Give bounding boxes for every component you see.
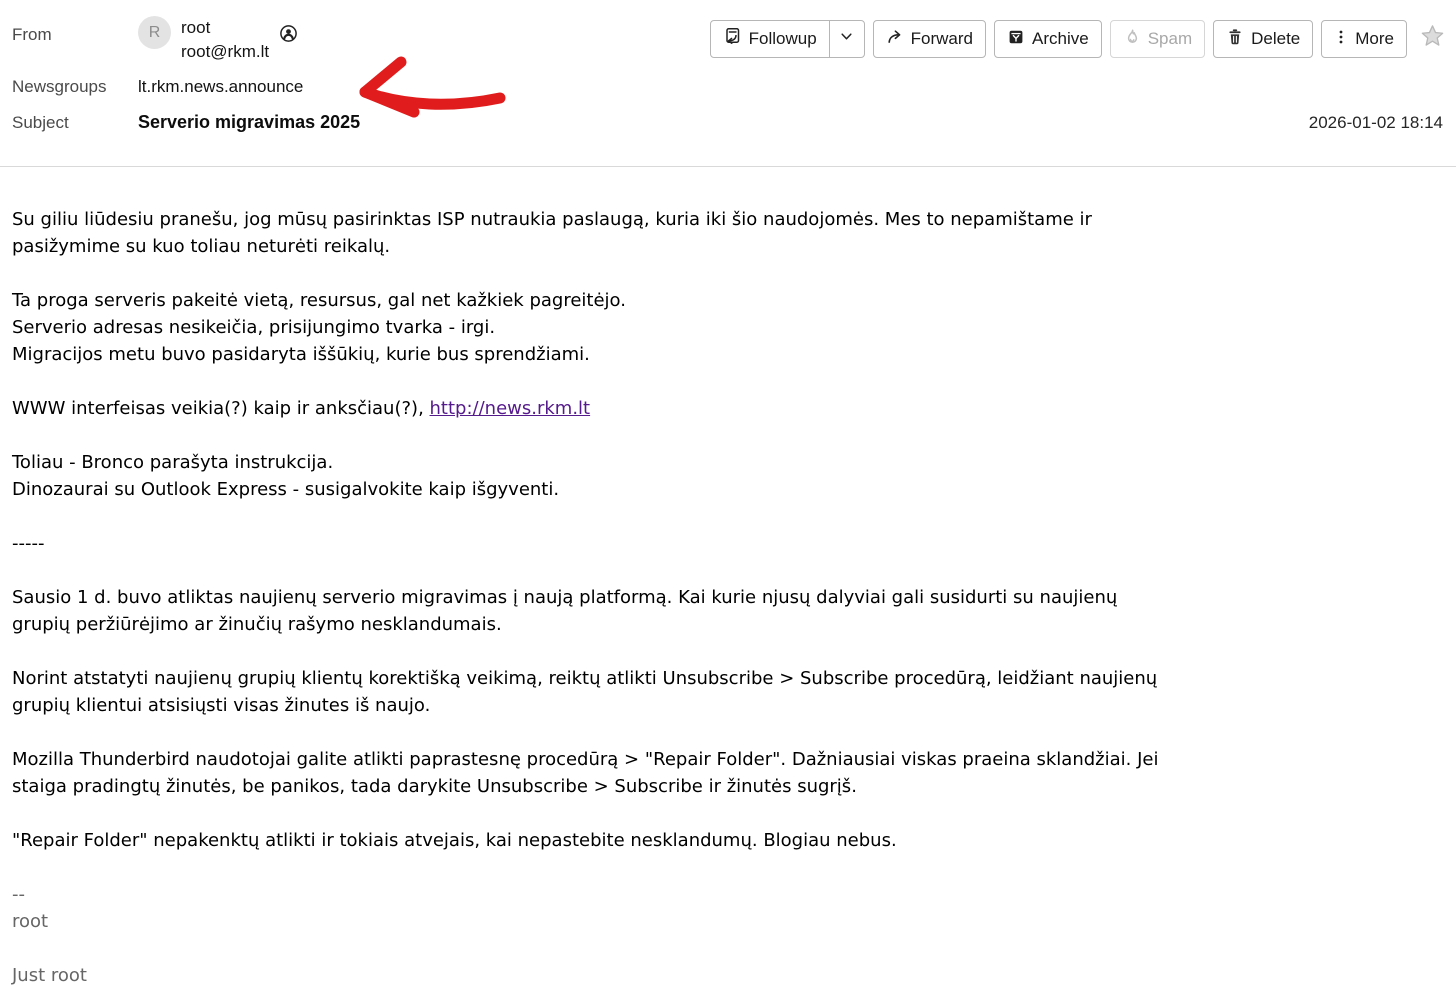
body-separator-dashes: ----- xyxy=(12,530,1443,557)
forward-label: Forward xyxy=(911,29,973,49)
avatar: R xyxy=(138,16,171,49)
archive-button[interactable]: Archive xyxy=(994,20,1102,58)
add-contact-icon[interactable] xyxy=(279,24,298,48)
message-date: 2026-01-02 18:14 xyxy=(1309,113,1443,133)
body-paragraph: Norint atstatyti naujienų grupių klientų… xyxy=(12,665,1443,719)
delete-button[interactable]: Delete xyxy=(1213,20,1313,58)
body-paragraph-with-link: WWW interfeisas veikia(?) kaip ir anksči… xyxy=(12,395,1443,422)
archive-box-icon xyxy=(1007,28,1025,51)
link-prefix-text: WWW interfeisas veikia(?) kaip ir anksči… xyxy=(12,398,430,419)
followup-post-reply-icon xyxy=(723,27,742,51)
body-paragraph: Mozilla Thunderbird naudotojai galite at… xyxy=(12,746,1443,800)
message-toolbar: Followup Forward xyxy=(710,20,1446,58)
chevron-down-icon xyxy=(839,29,854,49)
body-paragraph: Sausio 1 d. buvo atliktas naujienų serve… xyxy=(12,584,1443,638)
trash-icon xyxy=(1226,28,1244,51)
more-label: More xyxy=(1355,29,1394,49)
body-paragraph: Ta proga serveris pakeitė vietą, resursu… xyxy=(12,287,1443,368)
subject-label: Subject xyxy=(12,113,138,133)
followup-button[interactable]: Followup xyxy=(711,21,829,57)
star-toggle[interactable] xyxy=(1419,23,1446,55)
body-paragraph: Su giliu liūdesiu pranešu, jog mūsų pasi… xyxy=(12,206,1443,260)
avatar-letter: R xyxy=(149,24,161,42)
spam-button[interactable]: Spam xyxy=(1110,20,1205,58)
star-outline-icon xyxy=(1419,23,1446,55)
followup-label: Followup xyxy=(749,29,817,49)
flame-icon xyxy=(1123,28,1141,51)
newsgroups-value: lt.rkm.news.announce xyxy=(138,77,303,97)
forward-button[interactable]: Forward xyxy=(873,20,986,58)
signature-block: -- root Just root xyxy=(12,881,1443,989)
more-button[interactable]: More xyxy=(1321,20,1407,58)
kebab-menu-icon xyxy=(1334,28,1348,51)
archive-label: Archive xyxy=(1032,29,1089,49)
from-label: From xyxy=(12,16,138,45)
body-paragraph: "Repair Folder" nepakenktų atlikti ir to… xyxy=(12,827,1443,854)
newsgroups-label: Newsgroups xyxy=(12,77,138,97)
sender-name: root xyxy=(181,16,269,40)
newsgroups-row: Newsgroups lt.rkm.news.announce xyxy=(12,77,1443,97)
forward-arrow-icon xyxy=(886,28,904,51)
followup-split-button: Followup xyxy=(710,20,865,58)
message-body: Su giliu liūdesiu pranešu, jog mūsų pasi… xyxy=(0,167,1456,989)
subject-value: Serverio migravimas 2025 xyxy=(138,112,360,133)
news-server-link[interactable]: http://news.rkm.lt xyxy=(430,398,591,419)
message-header: From R root root@rkm.lt Newsgroups lt.rk… xyxy=(0,0,1456,167)
followup-dropdown-button[interactable] xyxy=(829,21,864,57)
sender-email: root@rkm.lt xyxy=(181,40,269,64)
spam-label: Spam xyxy=(1148,29,1192,49)
body-paragraph: Toliau - Bronco parašyta instrukcija. Di… xyxy=(12,449,1443,503)
subject-row: Subject Serverio migravimas 2025 2026-01… xyxy=(12,112,1443,133)
delete-label: Delete xyxy=(1251,29,1300,49)
